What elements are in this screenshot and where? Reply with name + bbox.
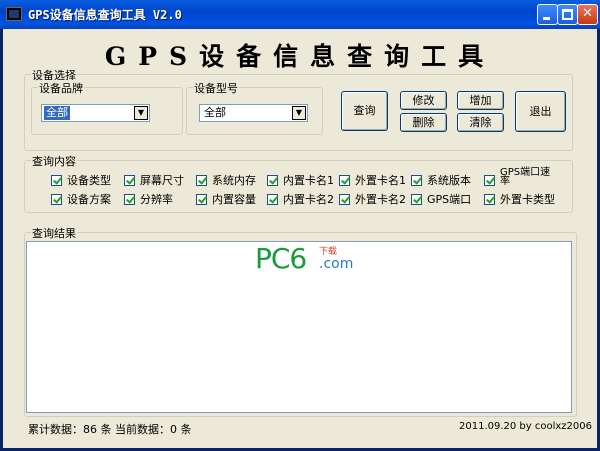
checkbox-checked-icon[interactable] [267, 194, 278, 205]
model-select[interactable]: 全部 ▼ [199, 104, 308, 122]
query-content-group: 查询内容 设备类型 屏幕尺寸 系统内存 内置卡名1 外置卡名1 系统版本 GPS… [24, 153, 573, 213]
title-bar[interactable]: GPS设备信息查询工具 V2.0 ✕ [0, 0, 600, 29]
model-group: 设备型号 全部 ▼ [186, 80, 323, 135]
checkbox-checked-icon[interactable] [51, 175, 62, 186]
clear-button[interactable]: 清除 [457, 113, 504, 132]
checkbox-checked-icon[interactable] [484, 175, 495, 186]
delete-button[interactable]: 删除 [400, 113, 447, 132]
client-area: GPS设备信息查询工具 设备选择 设备品牌 全部 ▼ 设备型号 全部 ▼ 查询 … [3, 29, 597, 448]
query-results-legend: 查询结果 [31, 225, 77, 241]
minimize-button[interactable] [537, 4, 558, 25]
app-heading: GPS设备信息查询工具 [104, 42, 496, 71]
checkbox-label: 设备方案 [67, 193, 111, 206]
brand-select-value: 全部 [43, 105, 71, 121]
checkbox-label: 分辨率 [140, 193, 173, 206]
chevron-down-icon[interactable]: ▼ [134, 106, 148, 120]
checkbox-checked-icon[interactable] [411, 194, 422, 205]
brand-legend: 设备品牌 [38, 80, 84, 96]
checkbox-checked-icon[interactable] [411, 175, 422, 186]
status-version-credit: 2011.09.20 by coolxz2006 [459, 421, 593, 432]
checkbox-label: 屏幕尺寸 [140, 174, 184, 187]
checkbox-label: 内置容量 [212, 193, 256, 206]
checkbox-label: 内置卡名2 [283, 193, 334, 206]
checkbox-label: 系统版本 [427, 174, 471, 187]
exit-button[interactable]: 退出 [515, 91, 566, 132]
checkbox-label: 外置卡类型 [500, 193, 555, 206]
checkbox-label: 内置卡名1 [283, 174, 334, 187]
watermark-com: .com [319, 256, 354, 272]
checkbox-checked-icon[interactable] [196, 194, 207, 205]
model-select-value: 全部 [204, 106, 226, 119]
query-button[interactable]: 查询 [341, 91, 388, 131]
checkbox-checked-icon[interactable] [124, 175, 135, 186]
maximize-button[interactable] [557, 4, 578, 25]
brand-group: 设备品牌 全部 ▼ [31, 80, 183, 135]
query-content-legend: 查询内容 [31, 153, 77, 169]
checkbox-checked-icon[interactable] [124, 194, 135, 205]
model-legend: 设备型号 [193, 80, 239, 96]
checkbox-checked-icon[interactable] [339, 175, 350, 186]
close-button[interactable]: ✕ [577, 4, 598, 25]
checkbox-checked-icon[interactable] [339, 194, 350, 205]
checkbox-label: 设备类型 [67, 174, 111, 187]
app-window: GPS设备信息查询工具 V2.0 ✕ GPS设备信息查询工具 设备选择 设备品牌… [0, 0, 600, 451]
checkbox-label: 外置卡名2 [355, 193, 406, 206]
watermark-logo: PC6 下载 .com [255, 242, 353, 275]
modify-button[interactable]: 修改 [400, 91, 447, 110]
checkbox-label: GPS端口速率 [500, 167, 551, 187]
brand-select[interactable]: 全部 ▼ [41, 104, 150, 122]
checkbox-checked-icon[interactable] [484, 194, 495, 205]
checkbox-checked-icon[interactable] [51, 194, 62, 205]
add-button[interactable]: 增加 [457, 91, 504, 110]
close-icon: ✕ [582, 6, 593, 21]
status-counts: 累计数据：86 条 当前数据：0 条 [28, 423, 192, 436]
chevron-down-icon[interactable]: ▼ [292, 106, 306, 120]
watermark-pc: PC6 [255, 242, 307, 275]
checkbox-label: 系统内存 [212, 174, 256, 187]
checkbox-label: 外置卡名1 [355, 174, 406, 187]
checkbox-checked-icon[interactable] [267, 175, 278, 186]
device-select-group: 设备选择 设备品牌 全部 ▼ 设备型号 全部 ▼ 查询 修改 增加 删除 清除 … [24, 67, 573, 151]
maximize-icon [562, 9, 573, 20]
app-icon [6, 7, 22, 21]
checkbox-checked-icon[interactable] [196, 175, 207, 186]
checkbox-label: GPS端口 [427, 193, 472, 206]
window-title: GPS设备信息查询工具 V2.0 [28, 8, 182, 22]
minimize-icon [543, 17, 550, 20]
